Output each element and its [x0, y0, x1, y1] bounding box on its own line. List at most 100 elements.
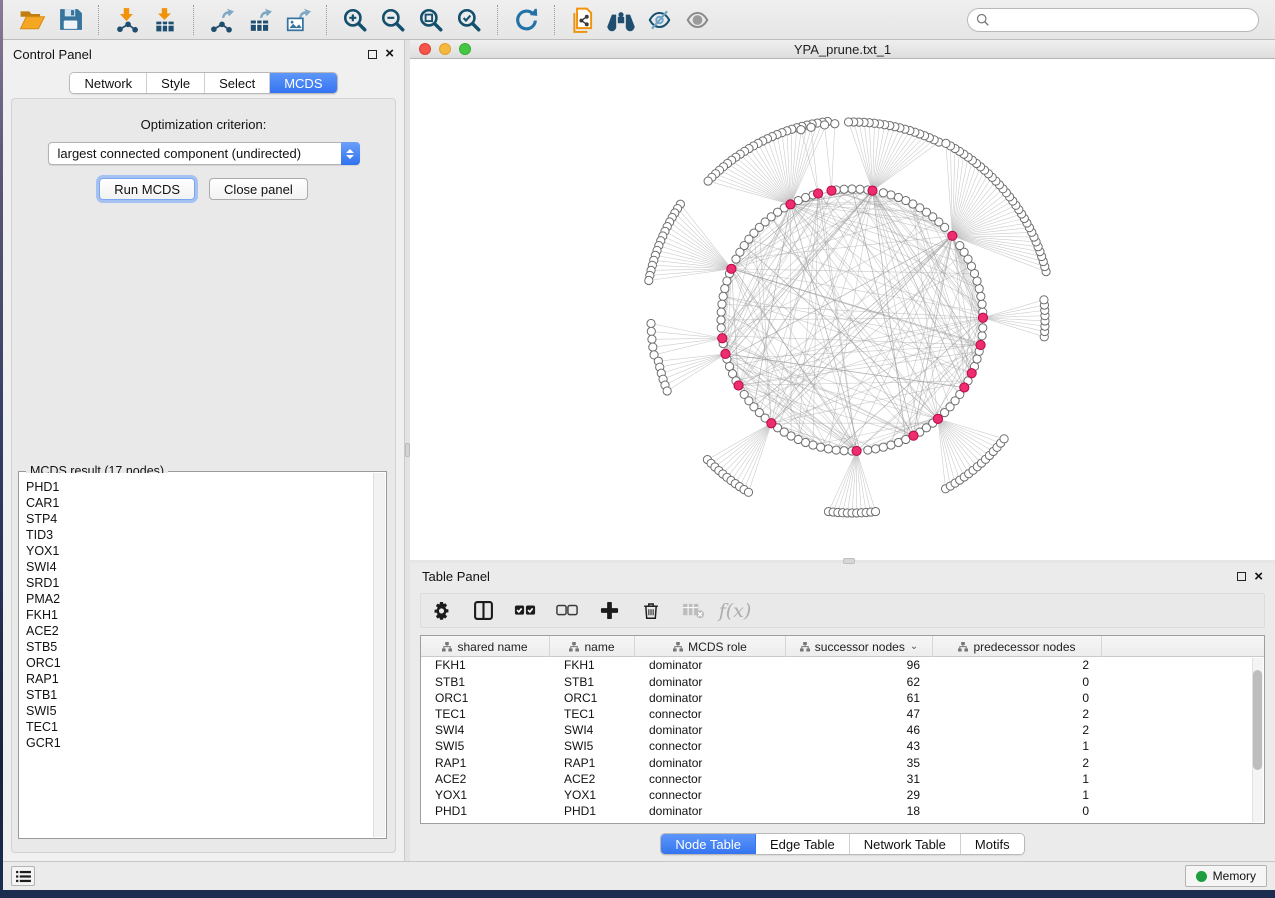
- tab-select[interactable]: Select: [205, 73, 270, 93]
- mcds-hub-node[interactable]: [948, 231, 957, 240]
- delete-table-icon[interactable]: [681, 599, 705, 623]
- mcds-node-item[interactable]: GCR1: [26, 735, 373, 751]
- table-row[interactable]: SWI4SWI4dominator462: [421, 722, 1264, 738]
- mcds-hub-node[interactable]: [909, 431, 918, 440]
- network-node[interactable]: [956, 241, 964, 249]
- network-node[interactable]: [718, 300, 726, 308]
- mcds-hub-node[interactable]: [721, 349, 730, 358]
- zoom-fit-icon[interactable]: [416, 6, 446, 34]
- mcds-hub-node[interactable]: [978, 313, 987, 322]
- table-row[interactable]: YOX1YOX1connector291: [421, 787, 1264, 803]
- network-node[interactable]: [864, 446, 872, 454]
- network-node[interactable]: [872, 445, 880, 453]
- network-node[interactable]: [817, 443, 825, 451]
- column-header-shared-name[interactable]: shared name: [421, 636, 550, 657]
- close-panel-icon[interactable]: ×: [385, 49, 394, 59]
- save-session-icon[interactable]: [55, 6, 85, 34]
- mcds-node-item[interactable]: TID3: [26, 527, 373, 543]
- network-node[interactable]: [721, 285, 729, 293]
- scrollbar-thumb[interactable]: [1253, 670, 1262, 770]
- close-panel-icon[interactable]: ×: [1254, 572, 1263, 582]
- mcds-node-item[interactable]: SWI5: [26, 703, 373, 719]
- mcds-hub-node[interactable]: [718, 334, 727, 343]
- network-node[interactable]: [848, 185, 856, 193]
- function-builder-icon[interactable]: f(x): [723, 599, 747, 623]
- network-node[interactable]: [887, 441, 895, 449]
- table-row[interactable]: FKH1FKH1dominator962: [421, 657, 1264, 673]
- table-settings-icon[interactable]: [429, 599, 453, 623]
- network-node[interactable]: [719, 292, 727, 300]
- open-file-icon[interactable]: [17, 6, 47, 34]
- mcds-node-item[interactable]: STB1: [26, 687, 373, 703]
- tab-motifs[interactable]: Motifs: [961, 834, 1024, 854]
- mcds-hub-node[interactable]: [868, 186, 877, 195]
- network-node[interactable]: [887, 191, 895, 199]
- export-table-icon[interactable]: [245, 6, 275, 34]
- mcds-node-item[interactable]: PHD1: [26, 479, 373, 495]
- network-node[interactable]: [879, 189, 887, 197]
- network-node[interactable]: [973, 277, 981, 285]
- delete-column-icon[interactable]: [639, 599, 663, 623]
- network-search-box[interactable]: [967, 8, 1259, 32]
- network-node[interactable]: [977, 292, 985, 300]
- mcds-hub-node[interactable]: [933, 414, 942, 423]
- network-node[interactable]: [832, 446, 840, 454]
- mcds-hub-node[interactable]: [786, 200, 795, 209]
- tab-style[interactable]: Style: [147, 73, 205, 93]
- network-node[interactable]: [801, 438, 809, 446]
- column-header-name[interactable]: name: [550, 636, 635, 657]
- column-header-predecessor-nodes[interactable]: predecessor nodes: [933, 636, 1102, 657]
- mcds-hub-node[interactable]: [852, 446, 861, 455]
- mcds-node-item[interactable]: SRD1: [26, 575, 373, 591]
- add-column-icon[interactable]: [597, 599, 621, 623]
- splitter-grip[interactable]: [843, 558, 855, 564]
- mcds-node-item[interactable]: TEC1: [26, 719, 373, 735]
- mcds-node-item[interactable]: SWI4: [26, 559, 373, 575]
- table-scrollbar[interactable]: [1252, 658, 1263, 822]
- tab-network[interactable]: Network: [70, 73, 147, 93]
- network-node[interactable]: [840, 185, 848, 193]
- table-row[interactable]: SWI5SWI5connector431: [421, 738, 1264, 754]
- run-mcds-button[interactable]: Run MCDS: [99, 178, 195, 200]
- table-row[interactable]: STB1STB1dominator620: [421, 674, 1264, 690]
- mcds-node-item[interactable]: CAR1: [26, 495, 373, 511]
- table-row[interactable]: RAP1RAP1dominator352: [421, 754, 1264, 770]
- network-node[interactable]: [973, 355, 981, 363]
- task-history-button[interactable]: [11, 866, 35, 886]
- network-node[interactable]: [824, 445, 832, 453]
- column-header-MCDS-role[interactable]: MCDS role: [635, 636, 786, 657]
- network-node[interactable]: [723, 277, 731, 285]
- network-node[interactable]: [717, 316, 725, 324]
- network-node[interactable]: [840, 447, 848, 455]
- optimization-criterion-select[interactable]: largest connected component (undirected): [48, 142, 360, 165]
- zoom-out-icon[interactable]: [378, 6, 408, 34]
- share-document-icon[interactable]: [568, 6, 598, 34]
- mcds-node-item[interactable]: STB5: [26, 639, 373, 655]
- column-chooser-icon[interactable]: [471, 599, 495, 623]
- mcds-hub-node[interactable]: [767, 419, 776, 428]
- mcds-node-item[interactable]: STP4: [26, 511, 373, 527]
- mcds-node-item[interactable]: FKH1: [26, 607, 373, 623]
- mcds-node-item[interactable]: YOX1: [26, 543, 373, 559]
- memory-button[interactable]: Memory: [1185, 865, 1267, 887]
- select-all-icon[interactable]: [513, 599, 537, 623]
- network-node[interactable]: [978, 300, 986, 308]
- network-node[interactable]: [717, 308, 725, 316]
- network-node[interactable]: [717, 324, 725, 332]
- search-network-icon[interactable]: [606, 6, 636, 34]
- horizontal-splitter[interactable]: [410, 560, 1275, 563]
- close-panel-button[interactable]: Close panel: [209, 178, 308, 200]
- zoom-in-icon[interactable]: [340, 6, 370, 34]
- toggle-graphics-details-icon[interactable]: [644, 6, 674, 34]
- float-panel-icon[interactable]: [1237, 572, 1246, 581]
- network-node[interactable]: [856, 185, 864, 193]
- mcds-hub-node[interactable]: [960, 383, 969, 392]
- network-node[interactable]: [894, 193, 902, 201]
- zoom-selected-icon[interactable]: [454, 6, 484, 34]
- mcds-list-scrollbar[interactable]: [373, 473, 385, 837]
- network-node[interactable]: [732, 255, 740, 263]
- export-image-icon[interactable]: [283, 6, 313, 34]
- mcds-hub-node[interactable]: [734, 381, 743, 390]
- network-node[interactable]: [975, 285, 983, 293]
- tab-mcds[interactable]: MCDS: [270, 73, 336, 93]
